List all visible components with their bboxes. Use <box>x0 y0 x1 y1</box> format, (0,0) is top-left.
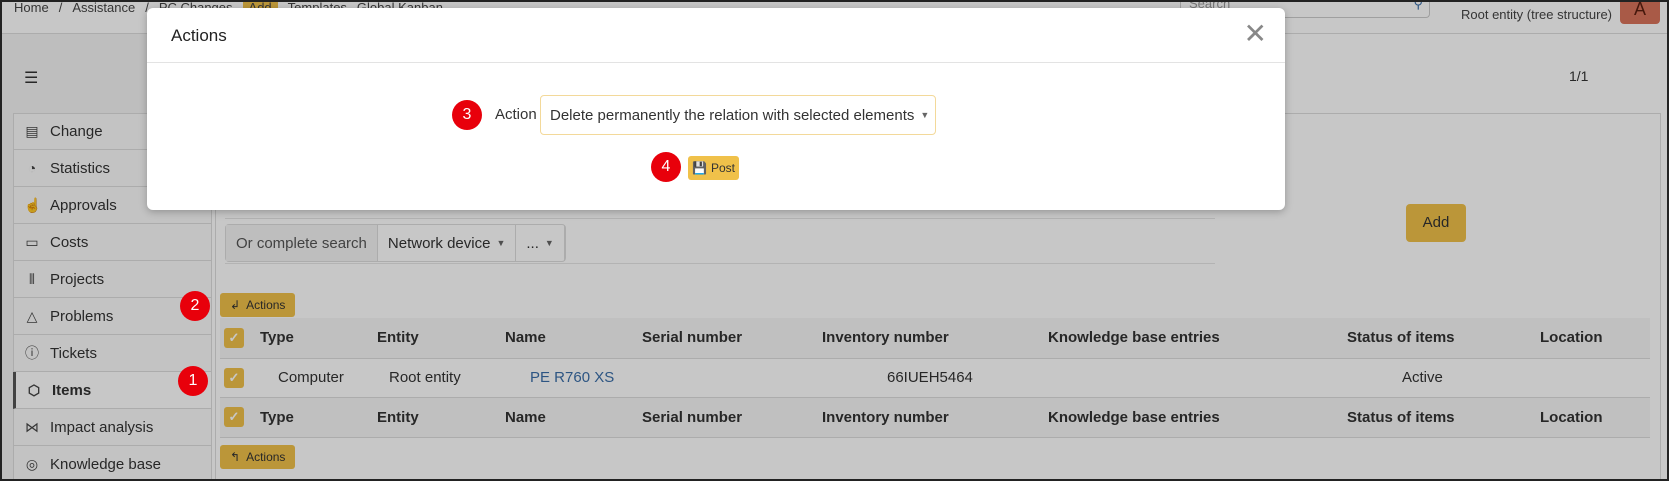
chevron-down-icon: ▼ <box>920 110 930 120</box>
modal-header: Actions ✕ <box>147 8 1285 63</box>
step-marker-3: 3 <box>452 100 482 130</box>
actions-modal: Actions ✕ Action Delete permanently the … <box>147 8 1285 210</box>
modal-title: Actions <box>171 26 227 45</box>
step-marker-1: 1 <box>178 366 208 396</box>
close-icon[interactable]: ✕ <box>1244 20 1267 48</box>
action-select[interactable]: Delete permanently the relation with sel… <box>540 95 936 135</box>
action-field-label: Action <box>495 106 537 123</box>
action-select-value: Delete permanently the relation with sel… <box>550 106 915 124</box>
post-label: Post <box>710 161 735 175</box>
step-marker-4: 4 <box>651 152 681 182</box>
screenshot-frame: Home / Assistance / PC Changes Add Templ… <box>0 0 1669 481</box>
post-button[interactable]: 💾 Post <box>688 156 739 180</box>
step-marker-2: 2 <box>180 291 210 321</box>
save-icon: 💾 <box>692 161 707 175</box>
